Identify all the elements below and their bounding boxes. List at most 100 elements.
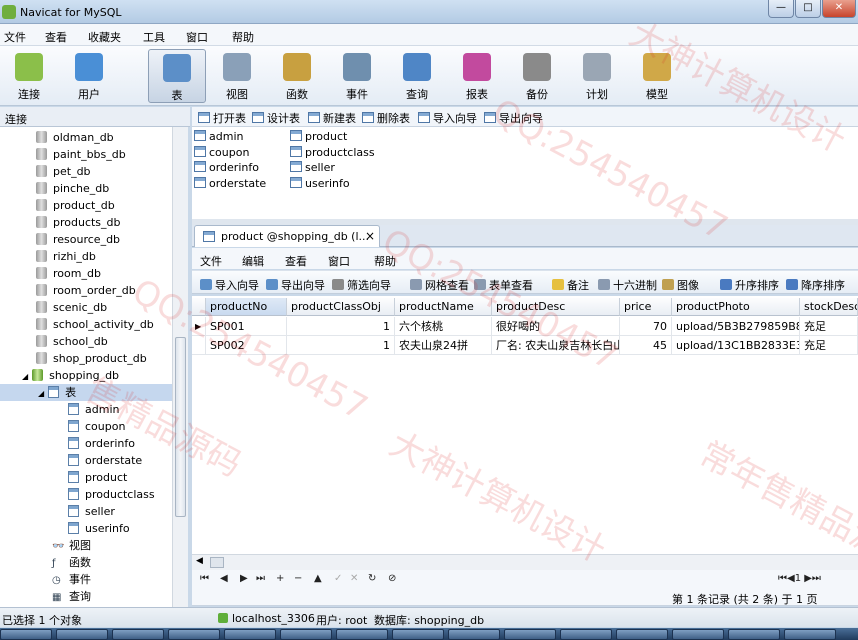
menu-file[interactable]: 文件 bbox=[4, 29, 26, 45]
toolbar-model-button[interactable]: 模型 bbox=[628, 49, 686, 103]
menu-window[interactable]: 窗口 bbox=[186, 29, 208, 45]
taskbar-button[interactable] bbox=[448, 629, 500, 640]
column-header[interactable]: productClassObj bbox=[287, 298, 395, 316]
database-node[interactable]: school_activity_db bbox=[36, 316, 154, 333]
taskbar-button[interactable] bbox=[0, 629, 52, 640]
nav-last-record-button[interactable]: ⏭ bbox=[256, 573, 265, 584]
taskbar-button[interactable] bbox=[616, 629, 668, 640]
object-table-item[interactable]: orderstate bbox=[194, 176, 266, 190]
submenu-window[interactable]: 窗口 bbox=[328, 253, 350, 269]
database-node[interactable]: products_db bbox=[36, 214, 121, 231]
database-node[interactable]: paint_bbs_db bbox=[36, 146, 126, 163]
table-node[interactable]: userinfo bbox=[68, 520, 130, 537]
scroll-left-icon[interactable]: ◀ bbox=[196, 556, 203, 566]
database-node[interactable]: room_db bbox=[36, 265, 101, 282]
object-toolbar-button[interactable]: 导入向导 bbox=[418, 110, 477, 126]
table-toolbar-button[interactable]: 十六进制 bbox=[598, 277, 657, 293]
database-node[interactable]: product_db bbox=[36, 197, 115, 214]
grid-cell[interactable]: 厂名: 农夫山泉吉林长白山港 bbox=[492, 336, 620, 355]
grid-cell[interactable]: 70 bbox=[620, 317, 672, 336]
row-indicator[interactable] bbox=[192, 336, 206, 355]
nav-next-record-button[interactable]: ▶ bbox=[240, 573, 248, 584]
menu-help[interactable]: 帮助 bbox=[232, 29, 254, 45]
database-node[interactable]: oldman_db bbox=[36, 129, 114, 146]
grid-cell[interactable]: 农夫山泉24拼 bbox=[395, 336, 492, 355]
nav-move-up-button[interactable]: ▲ bbox=[314, 573, 322, 584]
column-header[interactable]: productNo bbox=[206, 298, 287, 316]
object-table-item[interactable]: orderinfo bbox=[194, 161, 259, 174]
taskbar-button[interactable] bbox=[784, 629, 836, 640]
nav-insert-record-button[interactable]: + bbox=[276, 573, 284, 584]
table-node[interactable]: admin bbox=[68, 401, 119, 418]
grid-cell[interactable]: SP001 bbox=[206, 317, 287, 336]
column-header[interactable]: productDesc bbox=[492, 298, 620, 316]
taskbar-button[interactable] bbox=[672, 629, 724, 640]
taskbar-button[interactable] bbox=[504, 629, 556, 640]
taskbar-button[interactable] bbox=[56, 629, 108, 640]
nav-apply-edit-button[interactable]: ✓ bbox=[334, 573, 342, 584]
submenu-file[interactable]: 文件 bbox=[200, 253, 222, 269]
table-toolbar-button[interactable]: 表单查看 bbox=[474, 277, 533, 293]
grid-cell[interactable]: upload/13C1BB2833E3E6 bbox=[672, 336, 800, 355]
table-toolbar-button[interactable]: 备注 bbox=[552, 277, 589, 293]
object-table-item[interactable]: productclass bbox=[290, 145, 375, 159]
database-node[interactable]: resource_db bbox=[36, 231, 120, 248]
nav-delete-record-button[interactable]: − bbox=[294, 573, 302, 584]
grid-cell[interactable]: upload/5B3B279859B88E bbox=[672, 317, 800, 336]
tree-node-query[interactable]: ▦ 查询 bbox=[52, 588, 91, 605]
object-toolbar-button[interactable]: 导出向导 bbox=[484, 110, 543, 126]
object-toolbar-button[interactable]: 打开表 bbox=[198, 110, 246, 126]
table-node[interactable]: orderstate bbox=[68, 452, 142, 469]
taskbar-button[interactable] bbox=[224, 629, 276, 640]
menu-view[interactable]: 查看 bbox=[45, 29, 67, 45]
menu-tools[interactable]: 工具 bbox=[143, 29, 165, 45]
maximize-button[interactable]: □ bbox=[795, 0, 821, 18]
submenu-edit[interactable]: 编辑 bbox=[242, 253, 264, 269]
minimize-button[interactable]: — bbox=[768, 0, 794, 18]
database-node[interactable]: scenic_db bbox=[36, 299, 107, 316]
database-node[interactable]: school_db bbox=[36, 333, 108, 350]
object-table-item[interactable]: product bbox=[290, 130, 347, 143]
toolbar-query-button[interactable]: 查询 bbox=[388, 49, 446, 103]
table-toolbar-button[interactable]: 降序排序 bbox=[786, 277, 845, 293]
tree-node-glasses[interactable]: 👓 视图 bbox=[52, 537, 91, 554]
column-header[interactable]: stockDesc bbox=[800, 298, 858, 316]
nav-refresh-button[interactable]: ↻ bbox=[368, 573, 376, 584]
object-table-item[interactable]: admin bbox=[194, 130, 243, 143]
nav-prior-record-button[interactable]: ◀ bbox=[220, 573, 228, 584]
toolbar-backup-button[interactable]: 备份 bbox=[508, 49, 566, 103]
object-table-item[interactable]: userinfo bbox=[290, 176, 350, 190]
table-node[interactable]: productclass bbox=[68, 486, 155, 503]
database-node[interactable]: rizhi_db bbox=[36, 248, 96, 265]
taskbar-button[interactable] bbox=[112, 629, 164, 640]
toolbar-user-button[interactable]: 用户 bbox=[60, 49, 118, 103]
database-node[interactable]: shop_product_db bbox=[36, 350, 147, 367]
tab-close-icon[interactable]: × bbox=[365, 229, 375, 243]
page-navigator[interactable]: ⏮◀1 ▶⏭ bbox=[778, 573, 821, 584]
taskbar-button[interactable] bbox=[168, 629, 220, 640]
database-node[interactable]: pinche_db bbox=[36, 180, 109, 197]
toolbar-plug-button[interactable]: 连接 bbox=[0, 49, 58, 103]
grid-horizontal-scrollbar[interactable]: ◀ bbox=[192, 554, 858, 570]
database-node[interactable]: pet_db bbox=[36, 163, 91, 180]
grid-cell[interactable]: 1 bbox=[287, 336, 395, 355]
column-header[interactable]: productName bbox=[395, 298, 492, 316]
grid-cell[interactable]: 1 bbox=[287, 317, 395, 336]
object-toolbar-button[interactable]: 新建表 bbox=[308, 110, 356, 126]
table-toolbar-button[interactable]: 筛选向导 bbox=[332, 277, 391, 293]
tree-node-function[interactable]: ƒ 函数 bbox=[52, 554, 91, 571]
object-table-item[interactable]: seller bbox=[290, 161, 335, 174]
grid-cell[interactable]: 很好喝的 bbox=[492, 317, 620, 336]
scrollbar-thumb[interactable] bbox=[210, 557, 224, 568]
table-toolbar-button[interactable]: 导出向导 bbox=[266, 277, 325, 293]
toolbar-table-button[interactable]: 表 bbox=[148, 49, 206, 103]
column-header[interactable]: productPhoto bbox=[672, 298, 800, 316]
nav-stop-button[interactable]: ⊘ bbox=[388, 573, 396, 584]
row-indicator[interactable]: ▶ bbox=[192, 317, 206, 336]
column-header[interactable]: price bbox=[620, 298, 672, 316]
tab-product-table[interactable]: product @shopping_db (l... × bbox=[194, 225, 380, 247]
table-toolbar-button[interactable]: 图像 bbox=[662, 277, 699, 293]
nav-first-record-button[interactable]: ⏮ bbox=[200, 573, 209, 584]
taskbar-button[interactable] bbox=[560, 629, 612, 640]
close-button[interactable]: ✕ bbox=[822, 0, 856, 18]
